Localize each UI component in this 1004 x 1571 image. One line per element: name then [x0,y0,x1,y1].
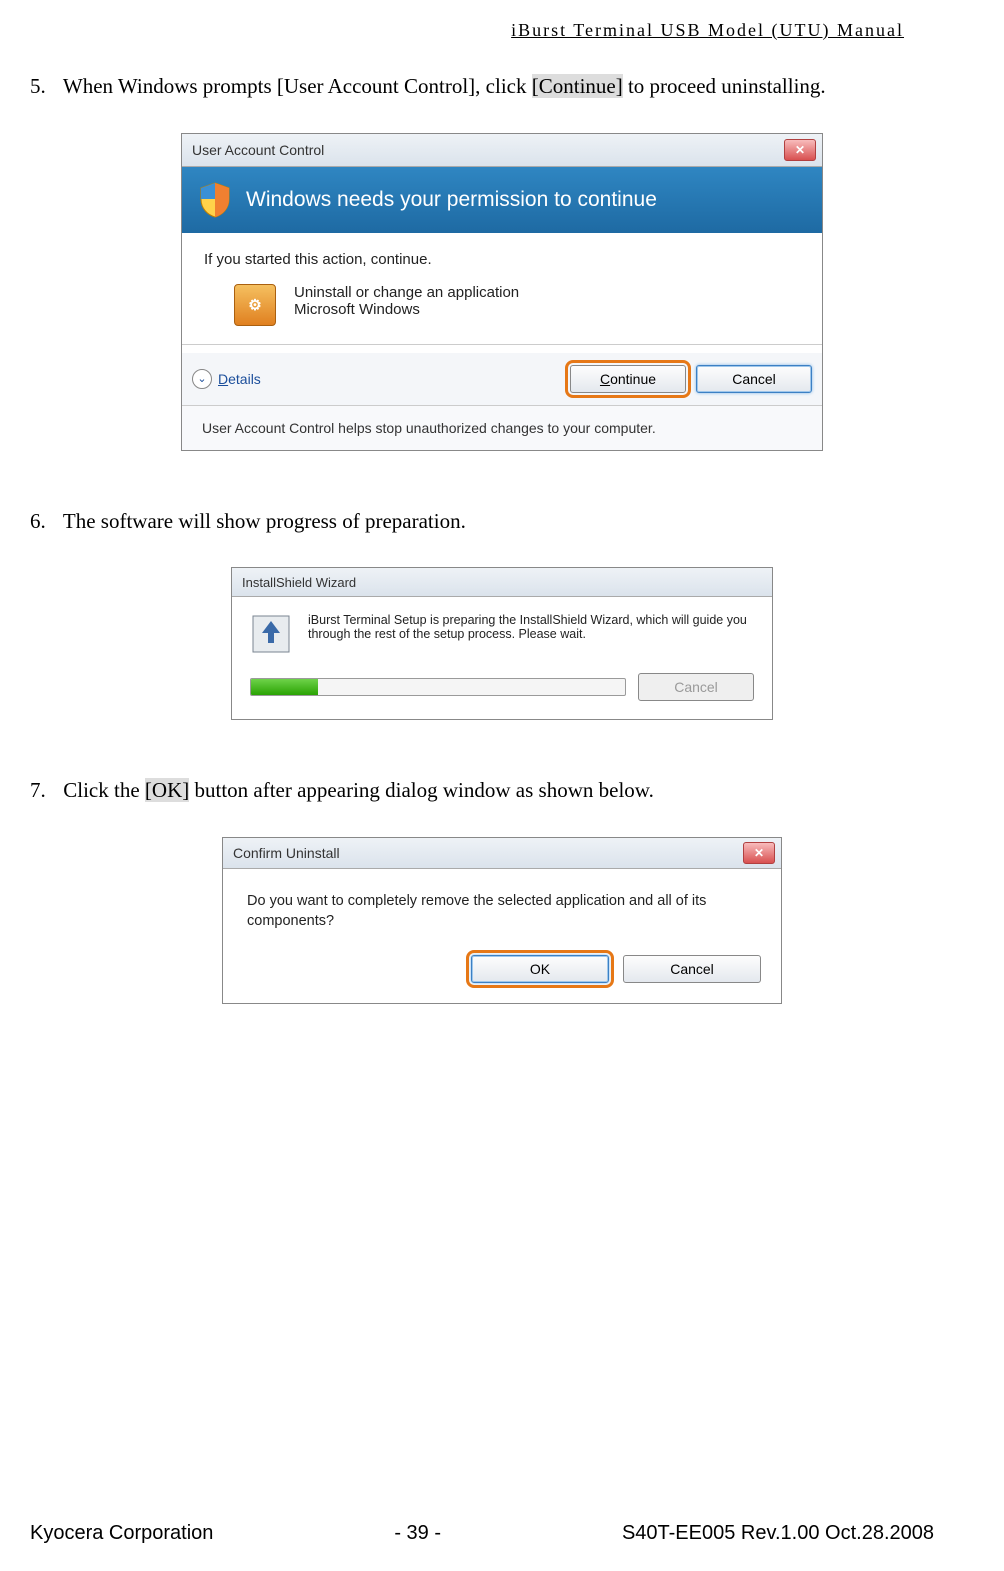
step-5-text-post: to proceed uninstalling. [623,74,826,98]
page-footer: Kyocera Corporation - 39 - S40T-EE005 Re… [30,1522,934,1545]
cancel-button[interactable]: Cancel [696,365,812,393]
uac-banner: Windows needs your permission to continu… [182,167,822,233]
progress-bar [250,678,626,696]
step-6: 6. The software will show progress of pr… [30,506,974,538]
conf-title: Confirm Uninstall [233,845,340,861]
ish-message: iBurst Terminal Setup is preparing the I… [308,613,754,655]
uac-title: User Account Control [192,142,324,158]
close-icon[interactable]: ✕ [784,139,816,161]
ish-title: InstallShield Wizard [242,575,356,590]
divider [182,344,822,345]
confirm-uninstall-dialog: Confirm Uninstall ✕ Do you want to compl… [222,837,782,1005]
ish-titlebar: InstallShield Wizard [232,568,772,597]
step-7-number: 7. [30,775,58,807]
step-5-button-ref: [Continue] [532,74,623,98]
step-7: 7. Click the [OK] button after appearing… [30,775,974,807]
continue-button[interactable]: Continue [570,365,686,393]
step-7-text-pre: Click the [63,778,145,802]
details-label: Details [218,371,261,387]
step-6-number: 6. [30,506,58,538]
chevron-down-icon: ⌄ [192,369,212,389]
close-icon[interactable]: ✕ [743,842,775,864]
step-7-button-ref: [OK] [145,778,189,802]
uac-banner-text: Windows needs your permission to continu… [246,188,657,212]
uac-started-text: If you started this action, continue. [204,251,800,268]
conf-message: Do you want to completely remove the sel… [223,869,781,942]
program-icon: ⚙ [234,284,276,326]
footer-right: S40T-EE005 Rev.1.00 Oct.28.2008 [622,1522,934,1545]
conf-titlebar: Confirm Uninstall ✕ [223,838,781,869]
uac-dialog: User Account Control ✕ Windows needs you… [181,133,823,451]
shield-icon [198,181,232,219]
step-6-text: The software will show progress of prepa… [63,509,466,533]
installshield-dialog: InstallShield Wizard iBurst Terminal Set… [231,567,773,720]
conf-cancel-button[interactable]: Cancel [623,955,761,983]
uac-titlebar: User Account Control ✕ [182,134,822,167]
uac-app-line1: Uninstall or change an application [294,284,519,301]
footer-center: - 39 - [213,1522,622,1545]
ok-button[interactable]: OK [471,955,609,983]
installer-icon [250,613,292,655]
step-5-number: 5. [30,71,58,103]
step-5: 5. When Windows prompts [User Account Co… [30,71,974,103]
page-header: iBurst Terminal USB Model (UTU) Manual [30,20,974,41]
step-7-text-post: button after appearing dialog window as … [189,778,654,802]
ish-cancel-button: Cancel [638,673,754,701]
footer-left: Kyocera Corporation [30,1522,213,1545]
uac-app-info: ⚙ Uninstall or change an application Mic… [234,284,800,326]
details-toggle[interactable]: ⌄ Details [192,369,261,389]
step-5-text-pre: When Windows prompts [User Account Contr… [63,74,532,98]
uac-footer-text: User Account Control helps stop unauthor… [182,405,822,450]
uac-app-line2: Microsoft Windows [294,301,519,318]
